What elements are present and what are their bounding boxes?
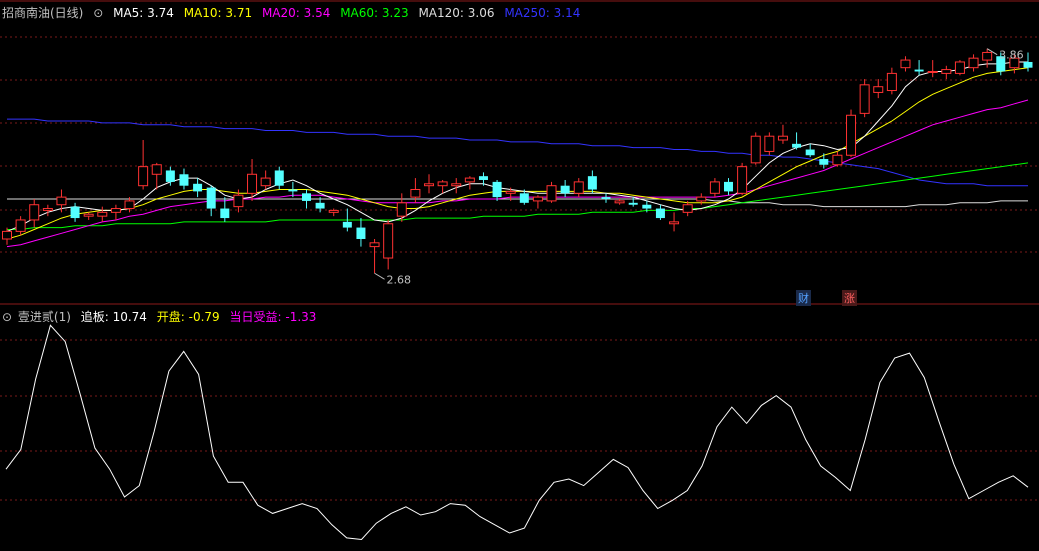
candle-body [1023,61,1033,68]
candle-body [886,72,897,92]
rise-marker[interactable]: 涨 [842,290,857,306]
candle-body [206,187,216,209]
candle-body [859,84,870,114]
candle-body [464,177,475,183]
candle-body [233,194,244,208]
candle-body [682,204,693,213]
indicator-item-shouyi: 当日受益: -1.33 [229,310,317,324]
candle-body [56,196,67,206]
candle-body [628,202,638,205]
indicator-line [5,324,1029,541]
ma250-label: MA250: 3.14 [504,6,581,20]
ma250-line [7,118,1028,187]
ma10-line [6,67,1029,240]
candle-body [805,149,815,156]
indicator-name[interactable]: 壹进贰(1) [18,310,71,324]
candle-body [274,170,284,186]
low-annotation-line [374,272,385,280]
indicator-header: ⊙ 壹进贰(1) 追板: 10.74 开盘: -0.79 当日受益: -1.33 [2,308,322,325]
candle-body [655,208,665,219]
candle-body [873,86,884,93]
candle-body [151,164,162,175]
candle-body [410,189,421,198]
candle-body [165,170,175,182]
candle-body [369,242,380,248]
ma120-label: MA120: 3.06 [418,6,495,20]
ma60-label: MA60: 3.23 [340,6,409,20]
candle-body [342,221,352,228]
candle-body [247,173,258,194]
candle-body [792,143,802,148]
candle-body [220,208,230,219]
stock-chart[interactable]: 3.86 2.68 [0,0,1039,551]
candle-body [97,211,108,217]
candle-body [546,185,557,202]
candle-body [2,230,12,240]
candle-body [737,166,748,194]
candle-body [724,181,734,192]
candle-body [573,181,584,194]
low-annotation-label: 2.68 [387,273,412,286]
candle-body [941,69,952,74]
candle-body [900,59,911,69]
candle-body [519,193,529,203]
candle-body [832,154,843,166]
candle-body [777,135,788,141]
candle-body [288,189,298,192]
candle-body [260,177,271,187]
candle-body [560,185,570,194]
candle-body [669,221,680,225]
financial-report-marker[interactable]: 财 [796,290,811,306]
candle-body [328,209,339,213]
candle-body [138,166,149,187]
high-annotation-label: 3.86 [999,49,1024,62]
candle-body [70,206,80,219]
candle-body [193,183,203,192]
ma10-label: MA10: 3.71 [183,6,253,20]
candle-body [927,70,938,73]
candle-body [709,181,720,194]
candle-body [15,219,26,232]
collapse-icon[interactable]: ⊙ [93,6,103,20]
candle-body [356,227,366,239]
candle-body [846,114,857,156]
ma20-label: MA20: 3.54 [261,6,331,20]
ma120-line [7,198,1028,208]
candle-body [968,57,979,69]
chart-title[interactable]: 招商南油(日线) [2,6,83,20]
candle-body [954,61,965,74]
candle-body [124,200,135,210]
candle-body [601,197,611,200]
collapse-icon[interactable]: ⊙ [2,310,12,324]
candle-body [83,213,94,217]
candle-body [819,159,829,165]
candle-body [478,176,488,180]
indicator-item-kaipan: 开盘: -0.79 [156,310,220,324]
indicator-item-zhuiban: 追板: 10.74 [80,310,147,324]
candle-body [642,204,652,209]
candle-body [492,181,502,198]
candle-body [42,208,53,211]
candle-body [505,190,516,194]
candle-body [696,196,707,202]
candle-body [750,135,761,164]
candle-body [29,204,40,221]
candle-body [110,208,121,213]
candle-body [396,202,407,217]
main-header: 招商南油(日线) ⊙ MA5: 3.74 MA10: 3.71 MA20: 3.… [2,4,586,21]
candle-body [424,183,435,187]
candle-body [437,181,448,187]
candle-body [532,196,543,202]
candle-body [451,183,462,187]
ma5-label: MA5: 3.74 [113,6,174,20]
candle-body [587,176,597,190]
candle-body [764,135,775,152]
candle-body [315,202,325,209]
candle-body [301,193,311,201]
candle-body [179,174,189,186]
candle-body [383,223,394,259]
candle-body [982,51,993,61]
candle-body [914,69,924,72]
candle-body [614,200,625,204]
